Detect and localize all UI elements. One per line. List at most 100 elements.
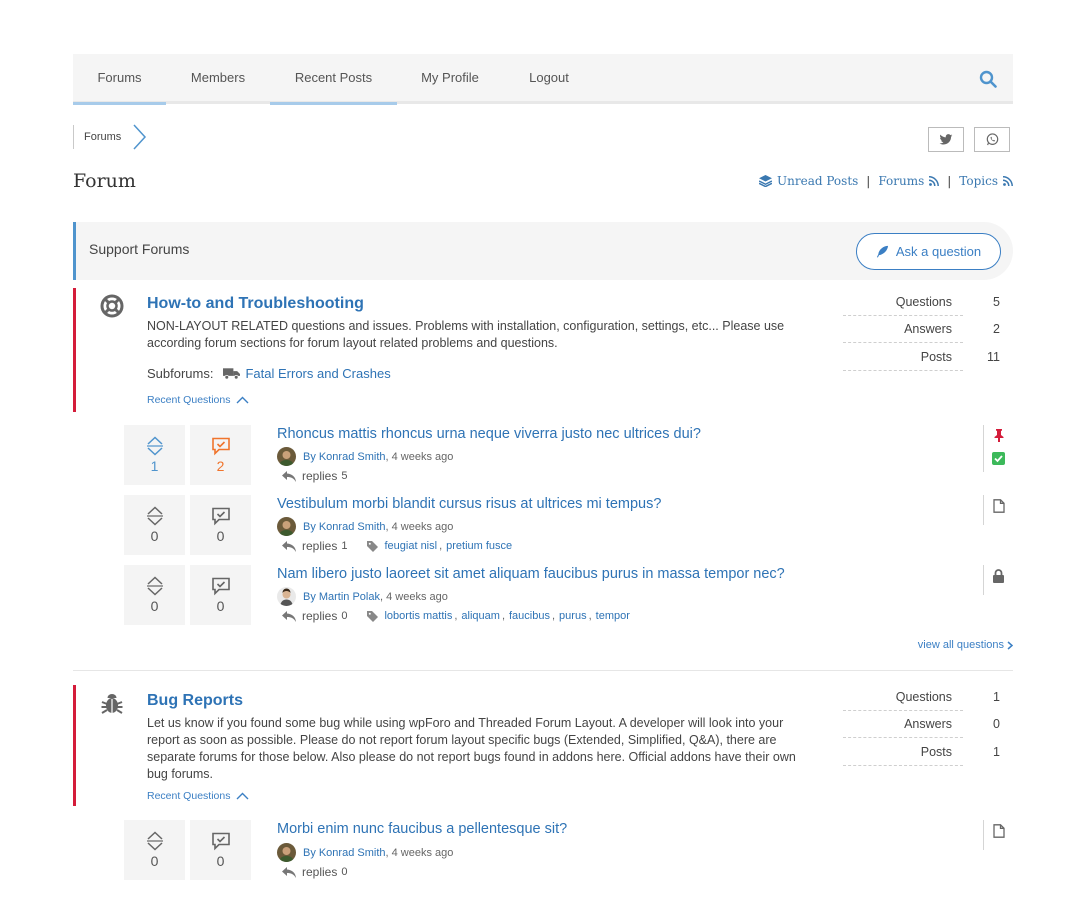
divider [73,670,1013,671]
stat-value: 11 [987,349,1000,364]
forum-description: Let us know if you found some bug while … [147,716,796,781]
chevron-right-icon [131,124,147,150]
forum-accent-bar [73,685,76,806]
nav-members[interactable]: Members [166,54,270,104]
tag-link[interactable]: tempor [596,610,630,622]
question-meta: By Martin Polak, 4 weeks ago [277,587,448,606]
question-title[interactable]: Vestibulum morbi blandit cursus risus at… [277,496,661,512]
stat-answers: Answers 0 [843,711,1008,739]
solved-icon [992,452,1005,465]
stat-label: Questions [895,689,952,704]
reply-icon [282,866,296,878]
vote-box[interactable]: 0 [124,565,185,625]
tag-icon [367,610,379,622]
recent-questions-toggle[interactable]: Recent Questions [147,790,249,802]
forum-title[interactable]: Bug Reports [147,692,243,710]
nav-logout[interactable]: Logout [513,54,585,104]
stat-label: Answers [904,717,952,732]
answer-bubble-icon [211,832,231,851]
forum-accent-bar [73,288,76,412]
answer-count: 2 [216,457,225,474]
author-link[interactable]: Konrad Smith [319,451,386,463]
subforum-link[interactable]: Fatal Errors and Crashes [245,366,390,381]
vote-count: 0 [150,598,159,614]
tag-comma: , [551,610,556,622]
vote-arrows-icon [146,506,164,526]
tag-link[interactable]: faucibus [509,610,550,622]
author-link[interactable]: Konrad Smith [319,521,386,533]
answers-box: 0 [190,820,251,880]
nav-my-profile[interactable]: My Profile [404,54,496,104]
recent-questions-toggle[interactable]: Recent Questions [147,394,249,406]
avatar[interactable] [277,587,296,606]
post-time: 4 weeks ago [386,590,448,603]
answers-box: 2 [190,425,251,485]
question-status [983,820,1013,850]
rss-icon[interactable] [929,176,940,186]
author-link[interactable]: Konrad Smith [319,847,386,859]
tag-comma: , [501,610,505,622]
feather-icon [876,245,889,258]
tag-link[interactable]: aliquam [461,610,500,622]
replies-count: 0 [341,866,348,878]
answers-box: 0 [190,495,251,555]
avatar[interactable] [277,517,296,536]
replies-label: replies [302,539,338,553]
view-all-questions-link[interactable]: view all questions [918,639,1013,651]
answers-box: 0 [190,565,251,625]
question-meta: By Konrad Smith, 4 weeks ago [277,517,453,536]
tag-link[interactable]: purus [559,610,587,622]
reply-icon [282,540,296,552]
unread-posts-link[interactable]: Unread Posts [777,174,858,188]
avatar[interactable] [277,447,296,466]
truck-icon [223,367,241,380]
replies-label: replies [302,469,338,483]
replies-count: 5 [341,470,348,482]
by-label: By [303,450,316,463]
stat-label: Questions [895,294,952,309]
question-replies: replies 1 feugiat nisl, pretium fusce [282,539,512,553]
replies-label: replies [302,609,338,623]
tag-link[interactable]: lobortis mattis [384,610,452,622]
stat-questions: Questions 5 [843,288,1008,316]
vote-box[interactable]: 0 [124,820,185,880]
vote-count: 0 [150,528,159,544]
question-title[interactable]: Rhoncus mattis rhoncus urna neque viverr… [277,426,701,442]
tag-list: feugiat nisl, pretium fusce [367,540,512,552]
avatar[interactable] [277,843,296,862]
whatsapp-share-button[interactable] [974,127,1010,152]
topics-feed-link[interactable]: Topics [959,174,998,188]
tag-link[interactable]: pretium fusce [446,540,512,552]
stat-label: Posts [920,349,952,364]
replies-count: 0 [341,610,348,622]
question-title[interactable]: Nam libero justo laoreet sit amet aliqua… [277,566,785,582]
author-link[interactable]: Martin Polak [319,591,380,603]
rss-icon[interactable] [1003,176,1013,186]
forum-title[interactable]: How-to and Troubleshooting [147,295,364,313]
question-status [983,495,1013,525]
forums-feed-link[interactable]: Forums [878,174,924,188]
recent-questions-label: Recent Questions [147,394,231,406]
pin-icon [993,429,1005,442]
ask-question-label: Ask a question [895,244,982,259]
answer-bubble-icon [211,507,231,526]
tag-list: lobortis mattis, aliquam, faucibus, puru… [367,610,630,622]
stat-questions: Questions 1 [843,683,1008,711]
twitter-share-button[interactable] [928,127,964,152]
tag-comma: , [588,610,592,622]
nav-forums[interactable]: Forums [73,54,166,105]
layers-icon [759,175,773,187]
question-title[interactable]: Morbi enim nunc faucibus a pellentesque … [277,821,567,837]
vote-box[interactable]: 0 [124,495,185,555]
breadcrumb-forums[interactable]: Forums [73,125,135,149]
nav-recent-posts[interactable]: Recent Posts [270,54,397,105]
post-time: 4 weeks ago [391,520,454,533]
page-title: Forum [73,170,136,192]
vote-box[interactable]: 1 [124,425,185,485]
tag-icon [367,540,379,552]
search-icon[interactable] [979,70,997,88]
ask-question-button[interactable]: Ask a question [856,233,1001,270]
recent-questions-label: Recent Questions [147,790,231,802]
question-replies: replies 5 [282,469,347,483]
tag-link[interactable]: feugiat nisl [384,540,437,552]
